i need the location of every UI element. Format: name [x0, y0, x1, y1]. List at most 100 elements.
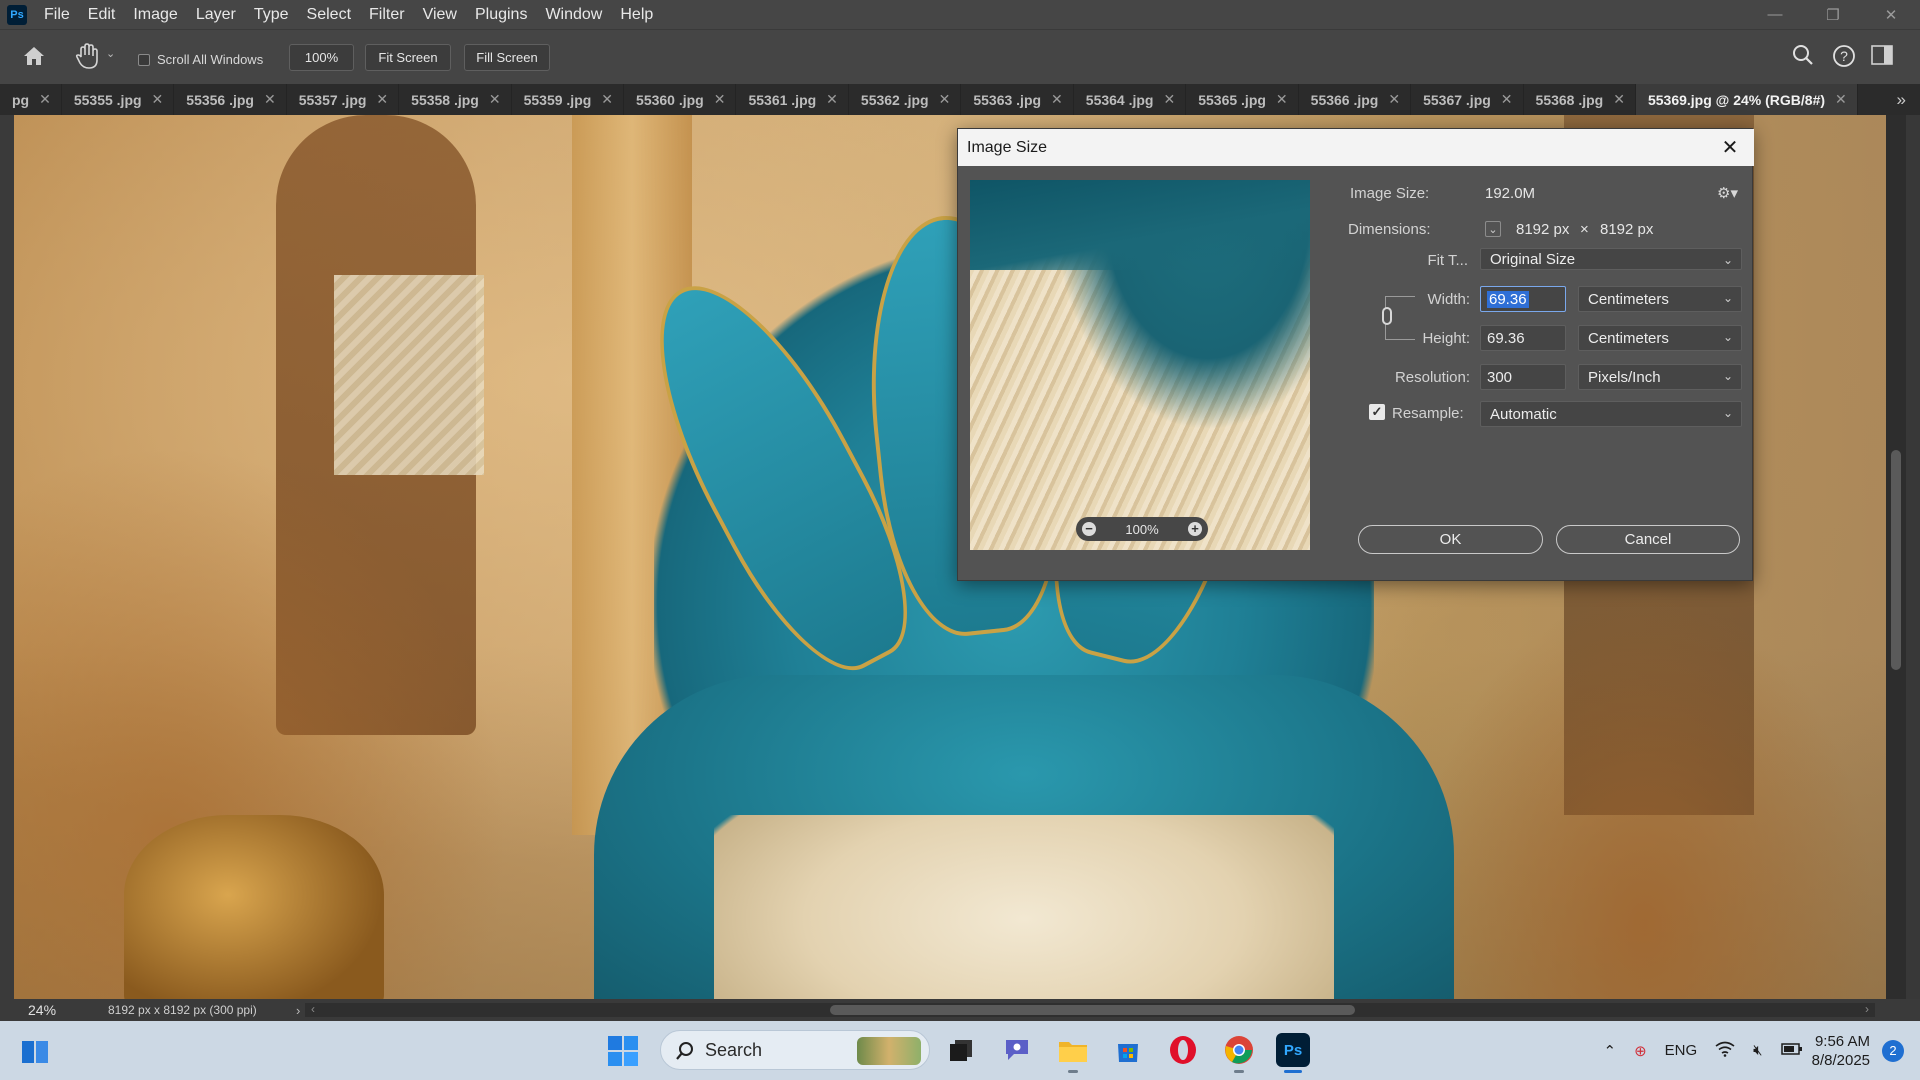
hand-tool-icon[interactable]	[75, 43, 99, 70]
menu-view[interactable]: View	[414, 0, 466, 29]
resample-select[interactable]: Automatic ⌄	[1480, 401, 1742, 427]
scroll-left-icon[interactable]: ‹	[311, 1002, 315, 1016]
fit-to-select[interactable]: Original Size ⌄	[1480, 248, 1742, 270]
chrome-icon[interactable]	[1222, 1033, 1256, 1073]
help-icon[interactable]: ?	[1832, 44, 1856, 73]
menu-type[interactable]: Type	[245, 0, 298, 29]
scroll-all-windows-checkbox[interactable]: Scroll All Windows	[138, 46, 263, 73]
battery-icon[interactable]	[1780, 1042, 1803, 1060]
zoom-100-button[interactable]: 100%	[289, 44, 354, 71]
height-input[interactable]: 69.36	[1480, 325, 1566, 351]
opera-icon[interactable]	[1166, 1033, 1200, 1067]
tab-document[interactable]: 55368 .jpg ✕	[1524, 84, 1636, 115]
width-input[interactable]: 69.36	[1480, 286, 1566, 312]
menu-window[interactable]: Window	[536, 0, 611, 29]
menu-select[interactable]: Select	[298, 0, 360, 29]
widgets-icon[interactable]	[20, 1037, 50, 1067]
dimensions-chevron-icon[interactable]: ⌄	[1485, 221, 1501, 237]
scroll-right-icon[interactable]: ›	[1865, 1002, 1869, 1016]
tab-close-icon[interactable]: ✕	[1051, 91, 1063, 108]
tab-close-icon[interactable]: ✕	[39, 91, 51, 108]
zoom-in-icon[interactable]: +	[1188, 522, 1202, 536]
resolution-input[interactable]: 300	[1480, 364, 1566, 390]
tab-close-icon[interactable]: ✕	[489, 91, 501, 108]
height-unit-select[interactable]: Centimeters ⌄	[1578, 325, 1742, 351]
scroll-all-checkbox-box[interactable]	[138, 53, 150, 66]
tab-document[interactable]: 55366 .jpg ✕	[1299, 84, 1412, 115]
notification-badge[interactable]: 2	[1882, 1039, 1904, 1062]
tab-close-icon[interactable]: ✕	[1276, 91, 1288, 108]
clock[interactable]: 9:56 AM 8/8/2025	[1812, 1032, 1870, 1070]
zoom-out-icon[interactable]: −	[1082, 522, 1096, 536]
tab-document[interactable]: pg ✕	[0, 84, 62, 115]
vpn-icon[interactable]: ⊕	[1634, 1042, 1647, 1060]
fill-screen-button[interactable]: Fill Screen	[464, 44, 550, 71]
dialog-close-button[interactable]: ✕	[1719, 136, 1741, 159]
tab-close-icon[interactable]: ✕	[1835, 91, 1847, 108]
menu-plugins[interactable]: Plugins	[466, 0, 536, 29]
cancel-button[interactable]: Cancel	[1556, 525, 1740, 554]
tab-document[interactable]: 55356 .jpg ✕	[174, 84, 287, 115]
tab-close-icon[interactable]: ✕	[714, 91, 726, 108]
tab-close-icon[interactable]: ✕	[152, 91, 164, 108]
tab-close-icon[interactable]: ✕	[826, 91, 838, 108]
tab-document[interactable]: 55358 .jpg ✕	[399, 84, 512, 115]
tab-close-icon[interactable]: ✕	[376, 91, 388, 108]
close-window-button[interactable]: ✕	[1862, 0, 1920, 29]
panel-layout-icon[interactable]	[1871, 45, 1893, 70]
restore-button[interactable]: ❐	[1804, 0, 1862, 29]
photoshop-taskbar-icon[interactable]: Ps	[1276, 1033, 1310, 1073]
dialog-title-bar[interactable]: Image Size	[958, 129, 1754, 166]
tab-document[interactable]: 55355 .jpg ✕	[62, 84, 175, 115]
link-proportions-icon[interactable]	[1382, 307, 1392, 325]
tab-document[interactable]: 55367 .jpg ✕	[1411, 84, 1524, 115]
vertical-scrollbar[interactable]	[1886, 115, 1906, 999]
chevron-up-icon[interactable]: ⌃	[1603, 1042, 1616, 1060]
tab-document[interactable]: 55357 .jpg ✕	[287, 84, 400, 115]
zoom-level[interactable]: 24%	[0, 1002, 70, 1018]
teams-icon[interactable]	[1000, 1033, 1034, 1067]
tab-document[interactable]: 55364 .jpg ✕	[1074, 84, 1187, 115]
store-icon[interactable]	[1111, 1033, 1145, 1067]
start-button-icon[interactable]	[607, 1035, 639, 1067]
vertical-scroll-thumb[interactable]	[1891, 450, 1901, 670]
taskbar-search[interactable]: Search	[660, 1030, 930, 1070]
file-explorer-icon[interactable]	[1056, 1033, 1090, 1073]
tab-document[interactable]: 55363 .jpg ✕	[961, 84, 1074, 115]
tab-close-icon[interactable]: ✕	[264, 91, 276, 108]
menu-image[interactable]: Image	[124, 0, 186, 29]
image-preview[interactable]: − 100% +	[970, 180, 1310, 550]
ok-button[interactable]: OK	[1358, 525, 1543, 554]
fit-screen-button[interactable]: Fit Screen	[365, 44, 451, 71]
gear-icon[interactable]: ⚙▾	[1717, 184, 1738, 202]
width-unit-select[interactable]: Centimeters ⌄	[1578, 286, 1742, 312]
tab-close-icon[interactable]: ✕	[601, 91, 613, 108]
status-chevron-icon[interactable]: ›	[296, 1003, 300, 1018]
horizontal-scroll-thumb[interactable]	[830, 1005, 1355, 1015]
tab-close-icon[interactable]: ✕	[939, 91, 951, 108]
tab-active-document[interactable]: 55369.jpg @ 24% (RGB/8#) ✕	[1635, 84, 1858, 115]
tab-close-icon[interactable]: ✕	[1501, 91, 1513, 108]
menu-edit[interactable]: Edit	[79, 0, 125, 29]
tab-close-icon[interactable]: ✕	[1613, 91, 1625, 108]
tab-document[interactable]: 55360 .jpg ✕	[624, 84, 737, 115]
tab-document[interactable]: 55362 .jpg ✕	[849, 84, 962, 115]
tab-document[interactable]: 55361 .jpg ✕	[736, 84, 849, 115]
home-icon[interactable]	[22, 45, 48, 72]
minimize-button[interactable]: —	[1746, 0, 1804, 29]
menu-layer[interactable]: Layer	[187, 0, 245, 29]
language-indicator[interactable]: ENG	[1665, 1042, 1698, 1059]
horizontal-scrollbar[interactable]: ‹ ›	[305, 1002, 1875, 1017]
task-view-icon[interactable]	[944, 1033, 978, 1067]
wifi-icon[interactable]	[1715, 1041, 1735, 1061]
tab-document[interactable]: 55365 .jpg ✕	[1186, 84, 1299, 115]
tab-document[interactable]: 55359 .jpg ✕	[512, 84, 625, 115]
search-icon[interactable]	[1792, 44, 1814, 71]
menu-help[interactable]: Help	[611, 0, 662, 29]
tab-close-icon[interactable]: ✕	[1388, 91, 1400, 108]
resample-checkbox[interactable]: ✓	[1369, 404, 1385, 420]
menu-file[interactable]: File	[35, 0, 79, 29]
tool-preset-chevron-icon[interactable]: ⌄	[106, 47, 118, 74]
menu-filter[interactable]: Filter	[360, 0, 414, 29]
volume-muted-icon[interactable]: 🔇︎	[1753, 1042, 1762, 1059]
